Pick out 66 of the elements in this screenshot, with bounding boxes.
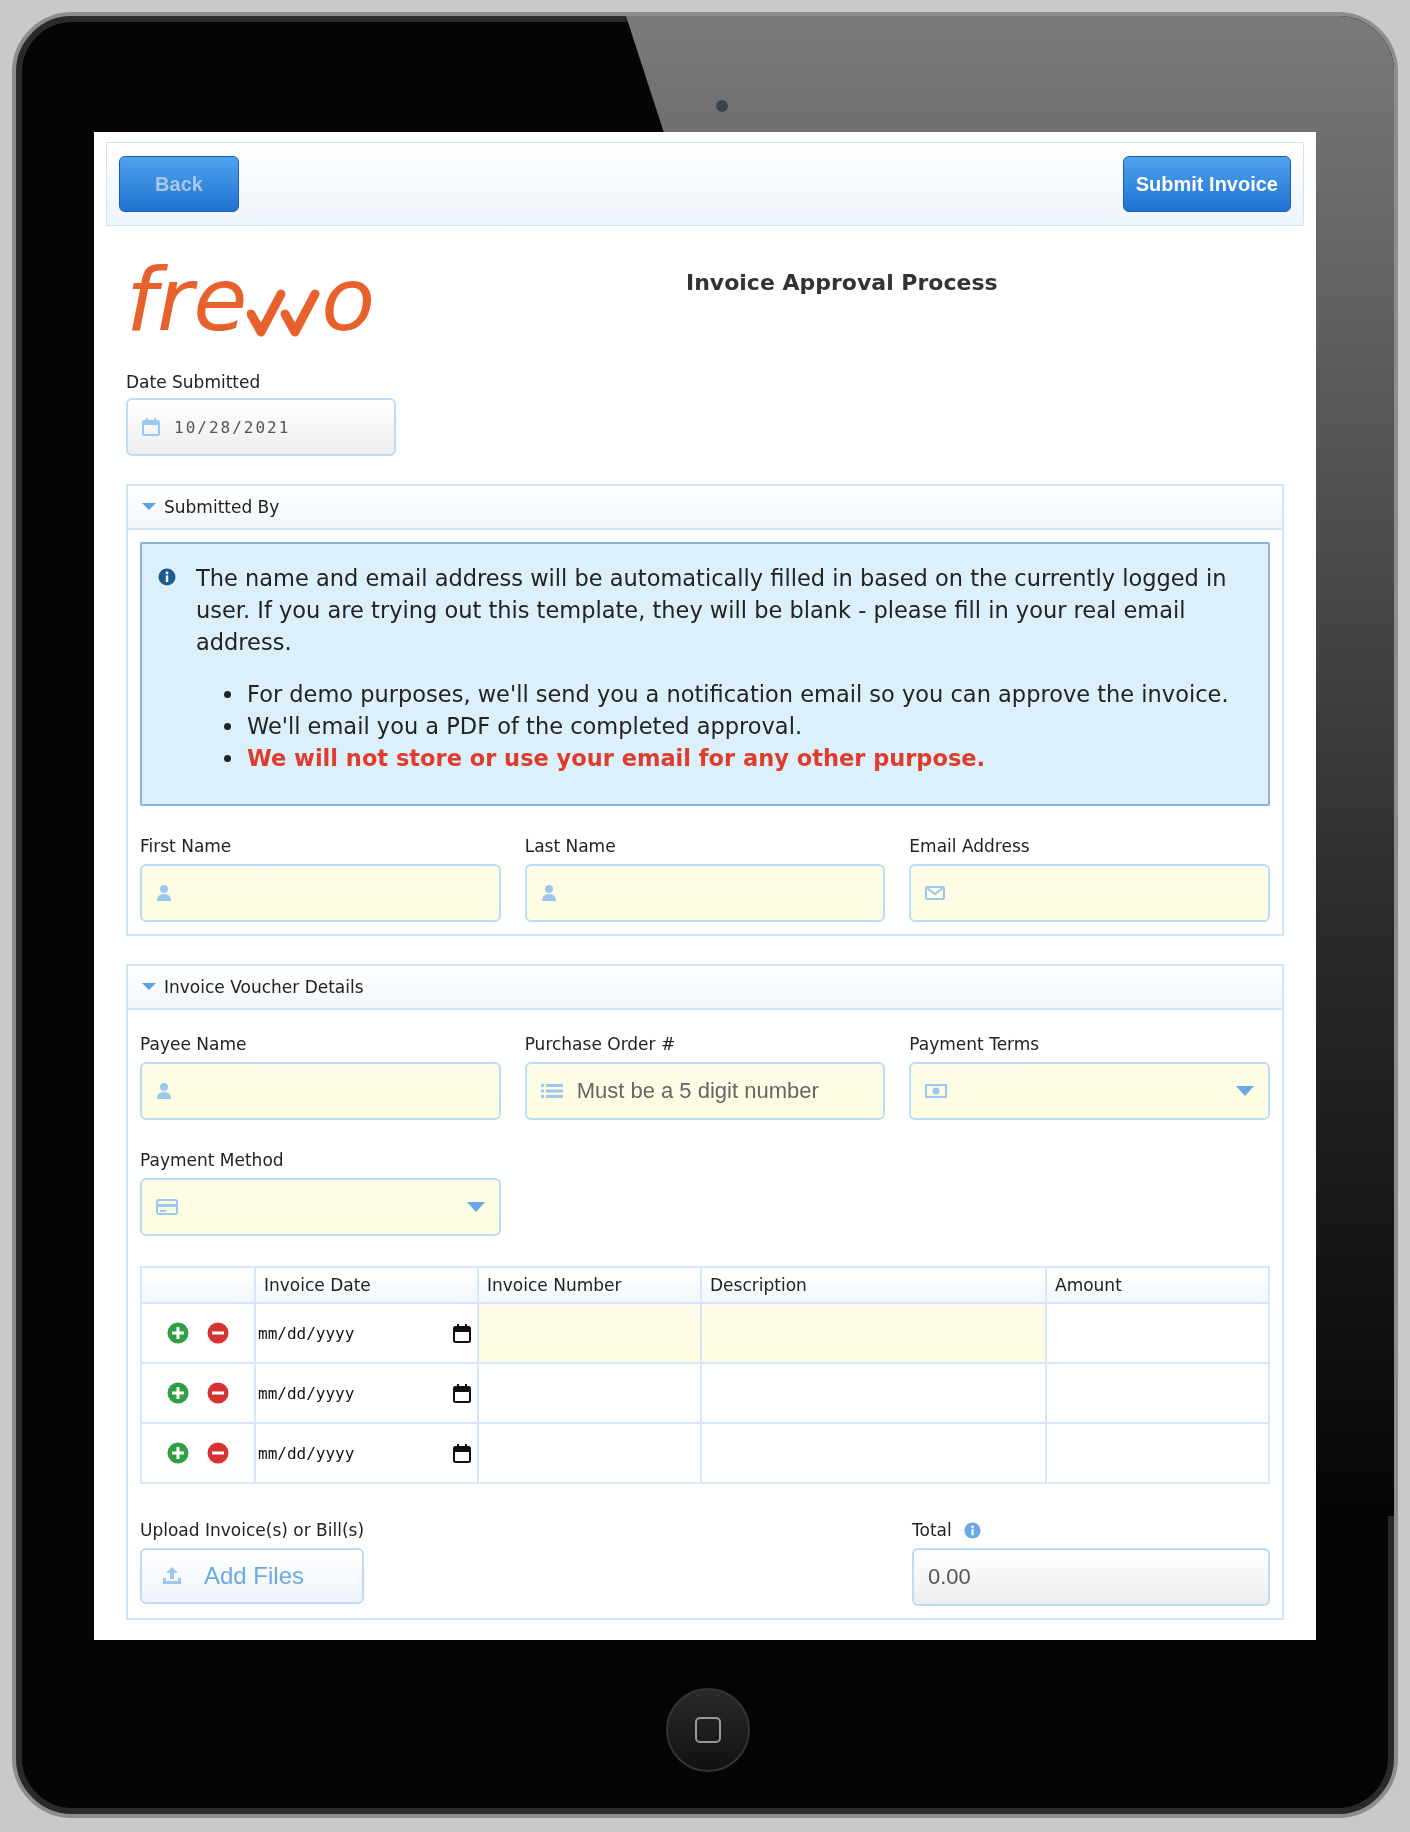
add-row-icon[interactable] — [167, 1322, 189, 1344]
table-cell[interactable] — [701, 1423, 1046, 1483]
date-field[interactable]: 10/28/2021 — [126, 398, 396, 456]
table-cell[interactable] — [1046, 1303, 1269, 1363]
form-title: Invoice Approval Process — [686, 270, 998, 295]
upload-icon — [162, 1567, 182, 1585]
table-cell[interactable] — [1046, 1363, 1269, 1423]
field-label: Payment Method — [140, 1150, 285, 1170]
remove-row-icon[interactable] — [207, 1382, 229, 1404]
field-label: Email Address — [909, 836, 1031, 856]
bullet-icon — [224, 722, 231, 730]
field-label: Last Name — [524, 836, 617, 856]
info-paragraph: The name and email address will be automatically filled in based on the currently logged in user. If you are trying out this template, they will be blank - please fill in your real email address. — [196, 564, 1228, 657]
section-header[interactable]: Submitted By — [126, 484, 1284, 530]
field-label: First Name — [140, 836, 233, 856]
bullet-text: We will not store or use your email for any other purpose. — [247, 744, 986, 773]
banknote-icon — [925, 1084, 948, 1098]
field-label: Purchase Order # — [524, 1034, 677, 1054]
logo: fre o — [126, 256, 377, 344]
remove-row-icon[interactable] — [207, 1442, 229, 1464]
input-field[interactable]: Must be a 5 digit number — [524, 1062, 886, 1120]
input-field[interactable] — [140, 864, 501, 922]
submit-button[interactable]: Submit Invoice — [1122, 156, 1291, 212]
input-field[interactable] — [524, 864, 886, 922]
field-label: Total — [912, 1520, 952, 1540]
add-row-icon[interactable] — [167, 1442, 189, 1464]
calendar-icon — [453, 1323, 471, 1343]
column-header: Description — [701, 1267, 1046, 1303]
person-icon — [156, 884, 172, 902]
person-icon — [156, 1082, 172, 1100]
table-cell[interactable] — [701, 1303, 1046, 1363]
section-header[interactable]: Invoice Voucher Details — [126, 964, 1284, 1010]
calendar-icon — [142, 418, 160, 436]
table-cell[interactable] — [701, 1363, 1046, 1423]
calendar-icon — [453, 1383, 471, 1403]
input-field[interactable] — [909, 864, 1270, 922]
bullet-icon — [224, 754, 231, 762]
list-icon — [540, 1083, 563, 1099]
input-field[interactable] — [140, 1062, 501, 1120]
field-label: Payee Name — [140, 1034, 248, 1054]
column-header: Invoice Date — [255, 1267, 478, 1303]
bullet-icon — [224, 690, 231, 698]
field-label: Upload Invoice(s) or Bill(s) — [140, 1520, 365, 1540]
add-row-icon[interactable] — [167, 1382, 189, 1404]
dropdown-caret-icon — [466, 1202, 485, 1212]
table-cell[interactable] — [1046, 1423, 1269, 1483]
bullet-text: We'll email you a PDF of the completed approval. — [247, 712, 803, 741]
remove-row-icon[interactable] — [207, 1322, 229, 1344]
dropdown-field[interactable] — [909, 1062, 1270, 1120]
field-label: Payment Terms — [909, 1034, 1041, 1054]
dropdown-caret-icon — [1236, 1086, 1254, 1096]
dropdown-field[interactable] — [140, 1178, 501, 1236]
field-label: Date Submitted — [126, 372, 262, 392]
column-header: Invoice Number — [478, 1267, 701, 1303]
calendar-icon — [453, 1443, 471, 1463]
table-cell[interactable] — [478, 1303, 701, 1363]
credit-card-icon — [156, 1199, 178, 1215]
table-cell[interactable] — [478, 1363, 701, 1423]
envelope-icon — [925, 885, 946, 901]
person-icon — [540, 884, 557, 902]
column-header: Amount — [1046, 1267, 1269, 1303]
bullet-text: For demo purposes, we'll send you a notification email so you can approve the invoice. — [247, 680, 1229, 709]
total-field: 0.00 — [912, 1548, 1270, 1606]
info-icon — [963, 1521, 981, 1539]
info-icon — [158, 568, 176, 586]
table-cell[interactable] — [478, 1423, 701, 1483]
